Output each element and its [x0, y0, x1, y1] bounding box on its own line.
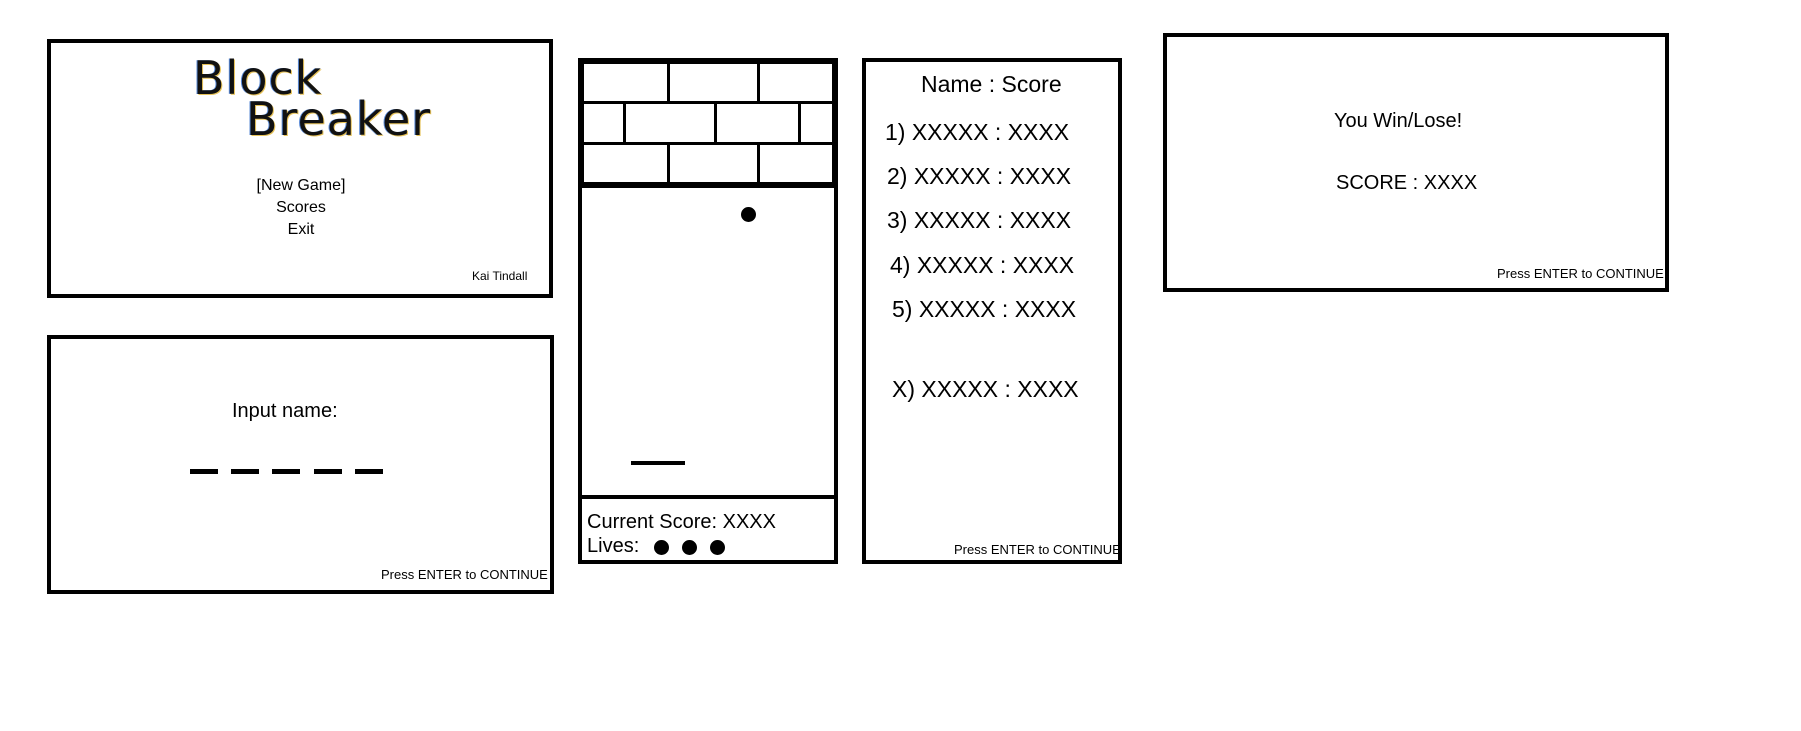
life-icon [682, 540, 697, 555]
score-entry-2: 2) XXXXX : XXXX [887, 163, 1072, 189]
brick [623, 101, 717, 145]
brick [581, 61, 670, 104]
brick [581, 142, 670, 185]
brick [757, 142, 835, 185]
menu-new-game[interactable]: [New Game] [201, 177, 401, 195]
name-slot-4[interactable] [314, 469, 342, 474]
result-panel: You Win/Lose! SCORE : XXXX Press ENTER t… [1163, 33, 1669, 292]
gameplay-panel: Current Score: XXXX Lives: [578, 58, 838, 564]
name-slot-5[interactable] [355, 469, 383, 474]
scores-header: Name : Score [921, 71, 1062, 97]
life-icon [654, 540, 669, 555]
author-credit: Kai Tindall [472, 269, 528, 283]
menu-scores[interactable]: Scores [201, 199, 401, 217]
paddle[interactable] [631, 461, 685, 465]
high-scores-panel: Name : Score 1) XXXXX : XXXX 2) XXXXX : … [862, 58, 1122, 564]
logo-line-2: Breaker [246, 92, 432, 146]
score-entry-1: 1) XXXXX : XXXX [885, 119, 1070, 145]
lives-label: Lives: [587, 535, 640, 557]
name-slot-1[interactable] [190, 469, 218, 474]
brick-area-divider [582, 184, 834, 188]
brick [757, 61, 835, 104]
player-score-entry: X) XXXXX : XXXX [892, 376, 1079, 402]
brick [667, 61, 760, 104]
menu-exit[interactable]: Exit [201, 221, 401, 239]
current-score: Current Score: XXXX [587, 511, 776, 533]
input-name-prompt: Input name: [232, 400, 338, 422]
brick [667, 142, 760, 185]
title-screen-panel: Block Breaker [New Game] Scores Exit Kai… [47, 39, 553, 298]
ball [741, 207, 756, 222]
score-entry-4: 4) XXXXX : XXXX [890, 252, 1075, 278]
hud-divider [582, 495, 834, 499]
name-slot-2[interactable] [231, 469, 259, 474]
continue-hint: Press ENTER to CONTINUE [381, 567, 548, 582]
name-slot-3[interactable] [272, 469, 300, 474]
final-score: SCORE : XXXX [1336, 172, 1478, 194]
score-entry-3: 3) XXXXX : XXXX [887, 207, 1072, 233]
brick [798, 101, 835, 145]
continue-hint: Press ENTER to CONTINUE [1497, 266, 1664, 281]
brick [581, 101, 626, 145]
life-icon [710, 540, 725, 555]
continue-hint: Press ENTER to CONTINUE [954, 542, 1121, 557]
brick [714, 101, 801, 145]
input-name-panel: Input name: Press ENTER to CONTINUE [47, 335, 554, 594]
score-entry-5: 5) XXXXX : XXXX [892, 296, 1077, 322]
result-message: You Win/Lose! [1334, 110, 1463, 132]
